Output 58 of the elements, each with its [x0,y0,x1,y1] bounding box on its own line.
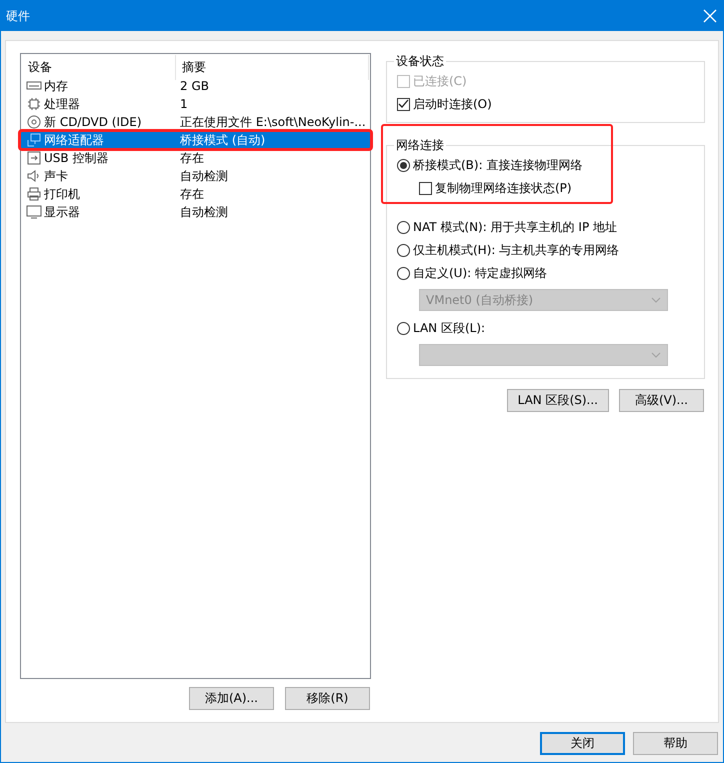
radio-button[interactable] [397,267,410,280]
network-action-button[interactable]: 高级(V)... [619,389,704,412]
device-row[interactable]: 处理器 1 [20,95,371,113]
monitor-icon [26,204,42,220]
device-name: 打印机 [44,186,80,202]
device-summary: 2 GB [180,79,209,93]
radio-option[interactable]: 自定义(U): 特定虚拟网络 [397,264,694,283]
radio-button[interactable] [397,221,410,234]
device-row[interactable]: 显示器 自动检测 [20,203,371,221]
radio-button[interactable] [397,159,410,172]
radio-option[interactable]: 仅主机模式(H): 与主机共享的专用网络 [397,241,694,260]
device-name: 网络适配器 [44,132,104,148]
caret-icon [651,352,661,358]
column-header[interactable]: 摘要 [176,55,369,80]
checkbox-option[interactable]: 启动时连接(O) [397,95,694,114]
device-summary: 桥接模式 (自动) [180,132,266,148]
device-summary: 存在 [180,150,204,166]
device-summary: 正在使用文件 E:\soft\NeoKylin-... [180,114,366,130]
device-summary: 存在 [180,186,204,202]
device-row[interactable]: USB 控制器 存在 [20,149,371,167]
device-summary: 自动检测 [180,168,228,184]
device-name: 显示器 [44,204,80,220]
device-name: USB 控制器 [44,150,108,166]
checkbox-option[interactable]: 复制物理网络连接状态(P) [397,179,694,198]
network-icon [26,132,42,148]
network-action-button[interactable]: LAN 区段(S)... [506,389,609,412]
device-summary: 自动检测 [180,204,228,220]
device-name: 处理器 [44,96,80,112]
device-action-button[interactable]: 移除(R) [285,687,370,710]
checkbox[interactable] [419,182,432,195]
device-action-button[interactable]: 添加(A)... [189,687,274,710]
dialog-button[interactable]: 帮助 [633,732,718,755]
group-title: 网络连接 [395,137,445,154]
usb-icon [26,150,42,166]
disc-icon [26,114,42,130]
device-row[interactable]: 内存 2 GB [20,77,371,95]
device-row[interactable]: 打印机 存在 [20,185,371,203]
radio-option[interactable]: NAT 模式(N): 用于共享主机的 IP 地址 [397,218,694,237]
device-row[interactable]: 新 CD/DVD (IDE) 正在使用文件 E:\soft\NeoKylin-... [20,113,371,131]
radio-button[interactable] [397,244,410,257]
radio-button[interactable] [397,322,410,335]
radio-option[interactable]: 桥接模式(B): 直接连接物理网络 [397,156,694,175]
dialog-button[interactable]: 关闭 [540,732,625,755]
group-title: 设备状态 [395,53,445,70]
window-title: 硬件 [6,8,30,24]
device-name: 声卡 [44,168,68,184]
column-header[interactable]: 设备 [22,55,176,80]
radio-option[interactable]: LAN 区段(L): [397,319,694,338]
device-row[interactable]: 网络适配器 桥接模式 (自动) [20,131,371,149]
caret-icon [651,297,661,303]
printer-icon [26,186,42,202]
device-summary: 1 [180,97,188,111]
device-row[interactable]: 声卡 自动检测 [20,167,371,185]
checkbox[interactable] [397,98,410,111]
device-name: 新 CD/DVD (IDE) [44,114,142,130]
device-name: 内存 [44,78,68,94]
chip-icon [26,96,42,112]
close-icon[interactable] [703,9,717,23]
